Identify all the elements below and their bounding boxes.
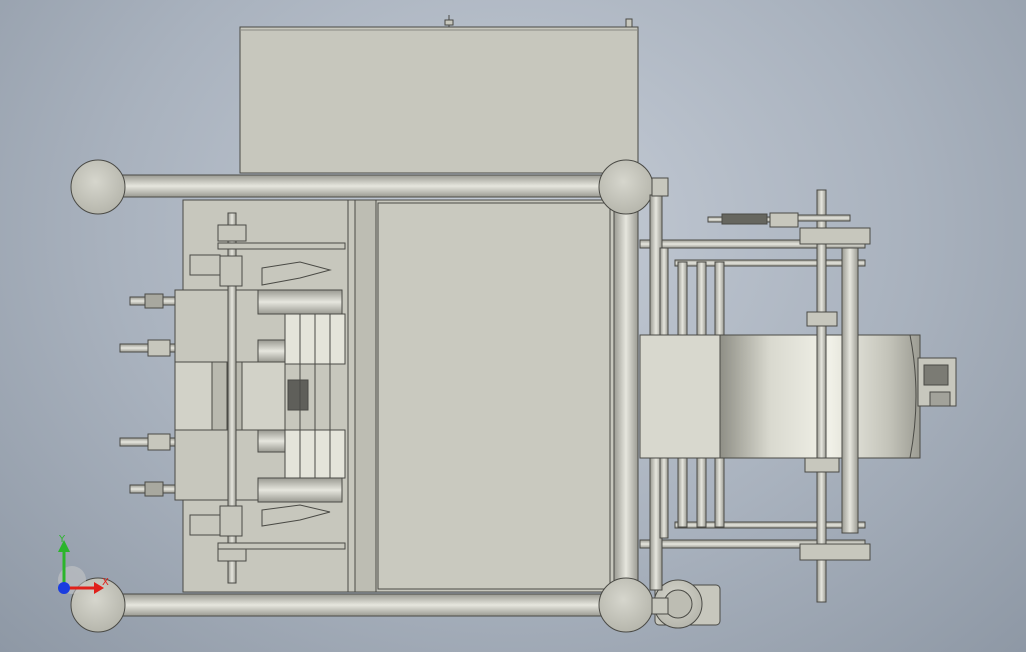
caster-wheel-bottom-right (598, 577, 654, 633)
caster-wheel-top-left (70, 159, 126, 215)
cad-viewport[interactable]: Y X (0, 0, 1026, 652)
main-panel (347, 199, 615, 593)
machine-assembly-model[interactable]: Y X (0, 0, 1026, 652)
z-axis-dot (58, 582, 70, 594)
film-roll (639, 334, 921, 459)
frame-tube-right (613, 184, 639, 606)
caster-wheel-top-right (598, 159, 654, 215)
frame-tube-top (99, 174, 641, 198)
top-cabinet-panel (239, 15, 639, 174)
coordinate-triad: Y X (58, 534, 109, 594)
tension-spring-rod (707, 212, 851, 228)
drive-motor (917, 357, 957, 407)
x-axis-label: X (102, 577, 109, 588)
y-axis-label: Y (58, 534, 66, 545)
frame-tube-bottom (99, 593, 641, 617)
